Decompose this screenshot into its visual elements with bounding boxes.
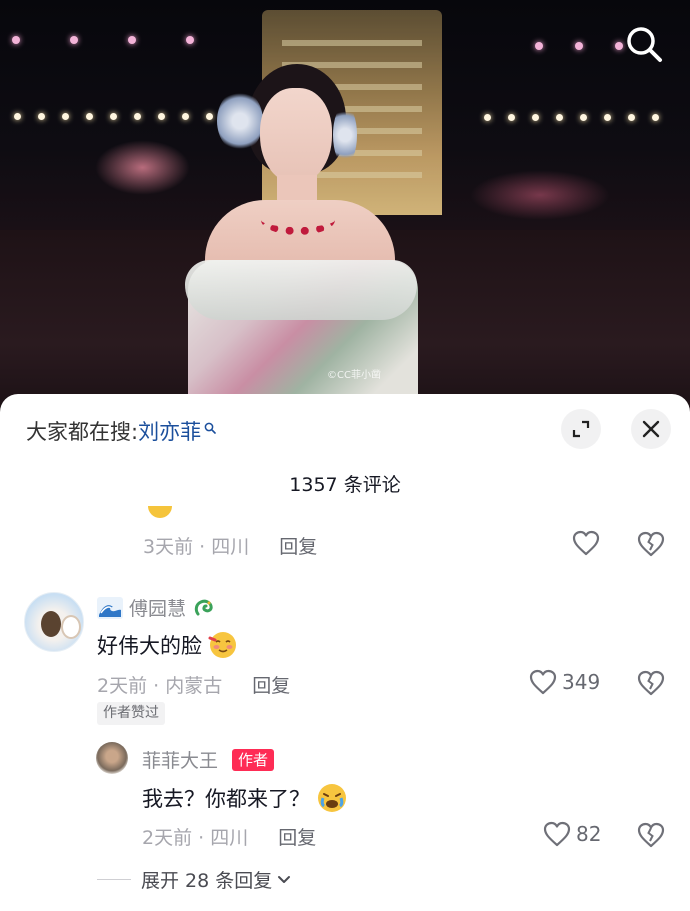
comment-meta: 3天前 · 四川 回复	[143, 532, 317, 559]
comment-meta: 2天前 · 四川 回复	[142, 823, 316, 850]
chevron-down-icon	[278, 875, 291, 883]
expand-replies-label: 展开 28 条回复	[141, 870, 273, 892]
background-lights	[484, 114, 659, 121]
heart-icon	[529, 669, 557, 695]
dragon-icon	[194, 599, 213, 615]
comment-text-row: 好伟大的脸	[97, 630, 238, 660]
background-blossom	[95, 140, 190, 195]
comment-time-location: 2天前 · 内蒙古	[97, 675, 223, 697]
comment-meta: 2天前 · 内蒙古 回复	[97, 671, 290, 698]
comment-text-row: 我去？你都来了？	[142, 782, 348, 814]
like-button[interactable]: 82	[543, 821, 601, 847]
divider	[97, 879, 131, 880]
comment-username[interactable]: 菲菲大王	[142, 746, 218, 773]
heart-icon	[572, 530, 600, 556]
broken-heart-icon	[637, 822, 665, 848]
expand-icon	[572, 420, 590, 438]
comment-text: 我去？你都来了？	[142, 787, 310, 811]
video-watermark: ©CC菲小凿	[327, 370, 381, 381]
comment-text: 好伟大的脸	[97, 634, 202, 658]
video-player[interactable]: ©CC菲小凿	[0, 0, 690, 420]
hot-search-keyword[interactable]: 刘亦菲	[138, 416, 201, 446]
like-button[interactable]: 349	[529, 669, 600, 695]
wave-icon	[97, 596, 123, 619]
like-count: 82	[576, 822, 602, 846]
emoji	[148, 506, 172, 518]
search-icon	[204, 415, 216, 439]
avatar[interactable]	[96, 742, 128, 774]
comment-count: 1357 条评论	[289, 474, 401, 496]
dislike-button[interactable]	[637, 822, 665, 852]
hot-search-prefix: 大家都在搜:	[26, 420, 139, 444]
reply-button[interactable]: 回复	[278, 823, 316, 850]
author-liked-badge: 作者赞过	[97, 702, 165, 725]
expand-button[interactable]	[561, 409, 601, 449]
dislike-button[interactable]	[637, 531, 665, 561]
like-button[interactable]	[572, 530, 600, 556]
comments-sheet: 大家都在搜: 刘亦菲 1357 条评论 3天前 · 四川 回复 傅园慧 好伟大的…	[0, 394, 690, 911]
close-button[interactable]	[631, 409, 671, 449]
comment-username-row[interactable]: 傅园慧	[97, 594, 216, 621]
hot-search-bar[interactable]: 大家都在搜: 刘亦菲	[26, 416, 216, 446]
search-icon	[627, 27, 662, 62]
expand-replies-button[interactable]: 展开 28 条回复	[97, 866, 292, 893]
background-lights	[14, 113, 213, 120]
like-count: 349	[562, 670, 601, 694]
comment-time-location: 2天前 · 四川	[142, 827, 249, 849]
background-lights	[12, 36, 194, 44]
model-figure	[185, 60, 425, 420]
broken-heart-icon	[637, 531, 665, 557]
broken-heart-icon	[637, 670, 665, 696]
comment-time-location: 3天前 · 四川	[143, 536, 250, 558]
dislike-button[interactable]	[637, 670, 665, 700]
crying-emoji-icon	[318, 784, 346, 812]
background-blossom	[470, 170, 610, 220]
comment-username-row[interactable]: 菲菲大王 作者	[142, 746, 275, 773]
heart-icon	[543, 821, 571, 847]
search-button[interactable]	[622, 22, 666, 66]
author-tag: 作者	[232, 748, 275, 771]
reply-button[interactable]: 回复	[279, 532, 317, 559]
blush-emoji-icon	[208, 632, 236, 658]
reply-button[interactable]: 回复	[252, 671, 290, 698]
avatar[interactable]	[24, 592, 84, 652]
close-icon	[642, 420, 660, 438]
background-lights	[535, 42, 623, 50]
comment-username[interactable]: 傅园慧	[129, 594, 186, 621]
